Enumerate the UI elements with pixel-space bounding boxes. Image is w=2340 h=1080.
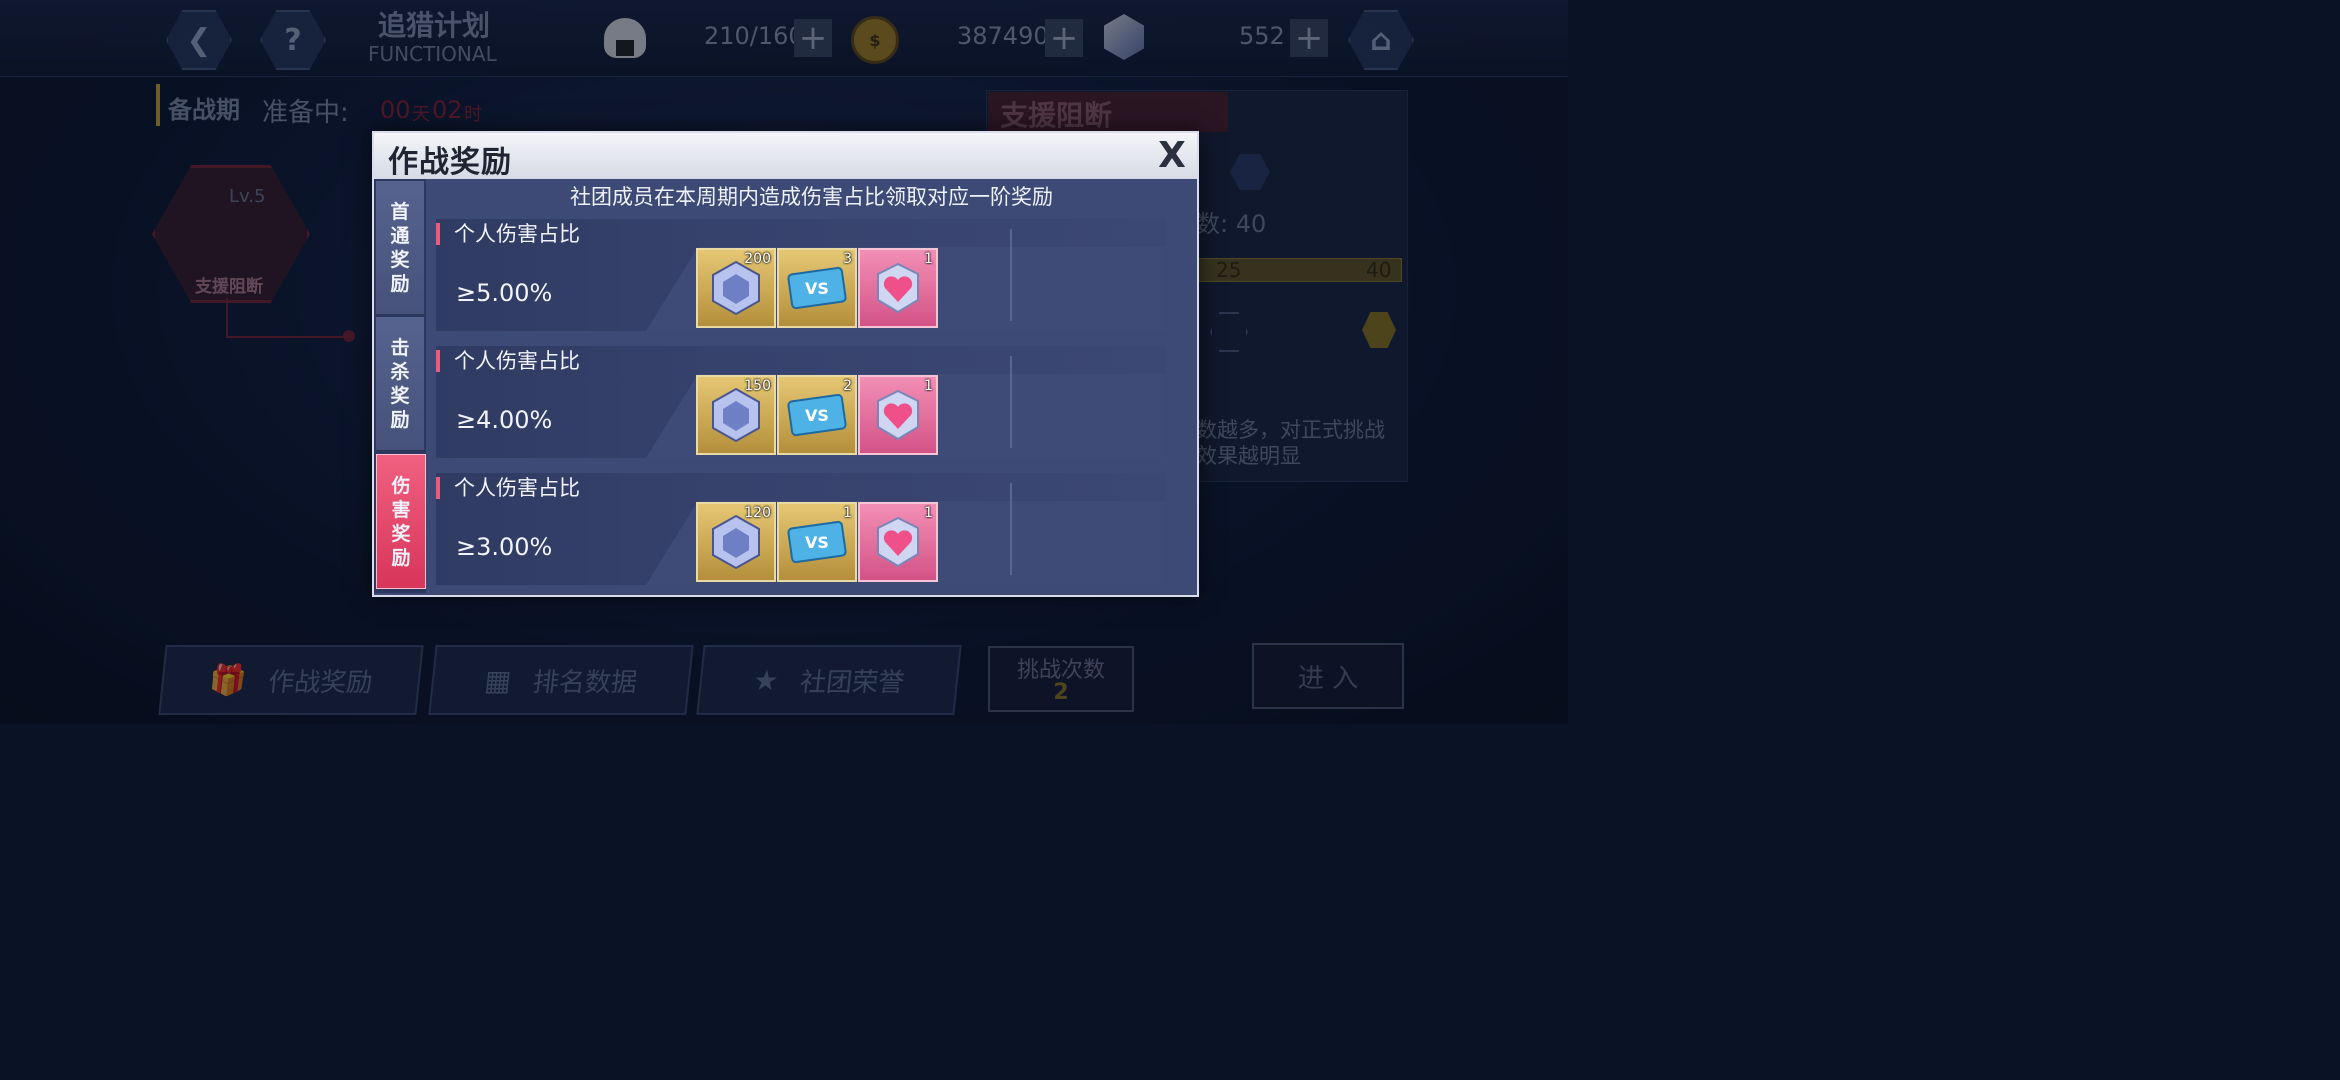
tab-damage-reward[interactable]: 伤 害 奖 励	[376, 454, 426, 589]
item-count: 1	[924, 505, 933, 521]
reward-item-vs-ticket[interactable]: VS 3	[777, 248, 857, 328]
vs-ticket-icon: VS	[787, 520, 847, 564]
item-count: 1	[924, 378, 933, 394]
row-divider	[1010, 229, 1012, 321]
tab-char: 励	[391, 546, 411, 569]
tab-kill-reward[interactable]: 击 杀 奖 励	[376, 317, 424, 451]
item-count: 150	[744, 378, 771, 394]
row-divider	[1010, 356, 1012, 448]
tab-char: 伤	[391, 474, 411, 497]
reward-row: 个人伤害占比 ≥4.00% 150 VS 2 1	[436, 346, 1166, 458]
item-count: 3	[843, 251, 852, 267]
row-marker	[436, 477, 440, 499]
reward-tabs: 首 通 奖 励 击 杀 奖 励 伤 害 奖 励	[374, 179, 426, 593]
reward-item-crystal[interactable]: 120	[696, 502, 776, 582]
reward-item-heart-badge[interactable]: 1	[858, 375, 938, 455]
vs-ticket-icon: VS	[787, 393, 847, 437]
tab-char: 奖	[390, 384, 410, 407]
row-threshold: ≥3.00%	[456, 533, 553, 561]
row-divider	[1010, 483, 1012, 575]
row-marker	[436, 350, 440, 372]
tab-char: 奖	[390, 248, 410, 271]
tab-char: 奖	[391, 522, 411, 545]
row-threshold: ≥5.00%	[456, 279, 553, 307]
vs-ticket-icon: VS	[787, 266, 847, 310]
reward-item-crystal[interactable]: 150	[696, 375, 776, 455]
item-count: 2	[843, 378, 852, 394]
row-label: 个人伤害占比	[454, 349, 580, 373]
reward-row: 个人伤害占比 ≥5.00% 200 VS 3 1	[436, 219, 1166, 331]
row-label: 个人伤害占比	[454, 476, 580, 500]
heart-badge-icon	[877, 262, 919, 314]
row-marker	[436, 223, 440, 245]
item-count: 1	[843, 505, 852, 521]
tab-char: 励	[390, 272, 410, 295]
tab-char: 害	[391, 498, 411, 521]
reward-item-crystal[interactable]: 200	[696, 248, 776, 328]
item-count: 200	[744, 251, 771, 267]
heart-badge-icon	[877, 516, 919, 568]
tab-char: 击	[390, 336, 410, 359]
item-count: 120	[744, 505, 771, 521]
reward-item-heart-badge[interactable]: 1	[858, 502, 938, 582]
tab-first-clear-reward[interactable]: 首 通 奖 励	[376, 181, 424, 315]
row-label: 个人伤害占比	[454, 222, 580, 246]
battle-reward-dialog: 作战奖励 X 首 通 奖 励 击 杀 奖 励 伤 害 奖 励 社团成员在本周期内…	[372, 131, 1199, 597]
crystal-icon	[712, 514, 760, 570]
reward-row: 个人伤害占比 ≥3.00% 120 VS 1 1	[436, 473, 1166, 585]
tab-char: 首	[390, 200, 410, 223]
svg-text:VS: VS	[805, 279, 829, 298]
tab-char: 励	[390, 408, 410, 431]
tab-char: 杀	[390, 360, 410, 383]
dialog-header: 作战奖励 X	[374, 133, 1197, 180]
heart-badge-icon	[877, 389, 919, 441]
dialog-subtitle: 社团成员在本周期内造成伤害占比领取对应一阶奖励	[570, 185, 1053, 209]
item-count: 1	[924, 251, 933, 267]
dialog-title: 作战奖励	[388, 145, 512, 180]
crystal-icon	[712, 387, 760, 443]
close-button[interactable]: X	[1154, 135, 1190, 176]
tab-char: 通	[390, 224, 410, 247]
svg-text:VS: VS	[805, 533, 829, 552]
row-threshold: ≥4.00%	[456, 406, 553, 434]
reward-item-heart-badge[interactable]: 1	[858, 248, 938, 328]
svg-text:VS: VS	[805, 406, 829, 425]
reward-item-vs-ticket[interactable]: VS 2	[777, 375, 857, 455]
crystal-icon	[712, 260, 760, 316]
reward-item-vs-ticket[interactable]: VS 1	[777, 502, 857, 582]
